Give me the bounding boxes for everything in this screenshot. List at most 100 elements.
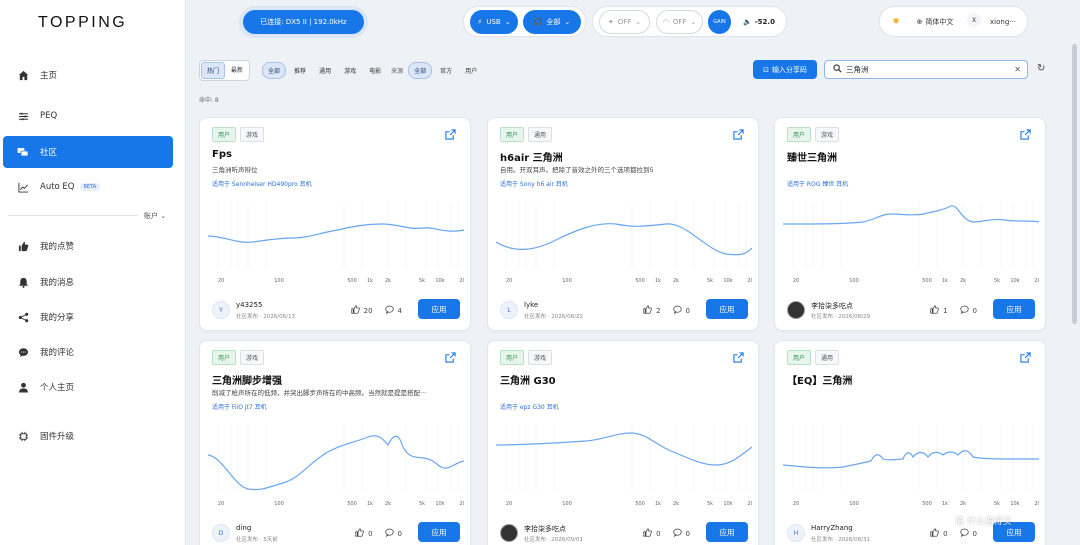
chevron-down-icon: ⌄ [564,18,571,26]
comment-count: 0 [972,306,977,315]
open-external-icon[interactable] [1020,129,1031,140]
toggle-a-select[interactable]: ✦ OFF ⌄ [599,10,650,34]
sidebar-item-my-messages[interactable]: 我的消息 [3,266,173,298]
chevron-down-icon: ⌄ [635,18,642,26]
card-stats: 20 4 [350,305,402,316]
comment-icon[interactable] [384,305,394,316]
bell-icon [17,276,29,288]
apply-button[interactable]: 应用 [706,522,748,542]
eq-curve-chart: 20 100 500 1k 2k 5k 10k 20k [496,425,752,507]
thumbs-up-icon[interactable] [355,528,364,539]
open-external-icon[interactable] [733,352,744,363]
avatar[interactable]: X [967,13,981,27]
category-recommended[interactable]: 推荐 [289,63,311,78]
author-name: 李拾柒多吃点 [811,302,853,310]
source-all[interactable]: 全部 [408,61,433,79]
thumbs-up-icon[interactable] [930,305,939,316]
eq-curve [496,223,752,256]
sidebar-item-home[interactable]: 主页 [3,59,173,91]
comment-icon[interactable] [959,528,969,539]
category-all[interactable]: 全部 [262,61,287,79]
share-icon [17,311,29,323]
beta-badge: BETA [79,183,101,191]
chevron-down-icon: ⌄ [690,18,697,26]
open-external-icon[interactable] [445,129,456,140]
comment-icon[interactable] [672,305,682,316]
headphone-mode-select[interactable]: 🎧 全部 ⌄ [523,10,581,34]
sidebar-item-my-comments[interactable]: 我的评论 [3,336,173,368]
apply-button[interactable]: 应用 [418,522,460,542]
preset-card[interactable]: 用户 通用 h6air 三角洲 自用。开双耳声。把除了音效之外的三个选项都拉到5 … [487,117,759,331]
preset-title: 【EQ】三角洲 [787,376,853,387]
axis-tick-label: 20k [1034,278,1039,284]
import-share-code-button[interactable]: ⊡ 输入分享码 [753,60,817,79]
eq-curve-chart: 20 100 500 1k 2k 5k 10k 20k [783,425,1039,507]
source-official[interactable]: 官方 [435,63,457,78]
clear-icon[interactable]: ✕ [1014,65,1021,74]
sort-hot[interactable]: 热门 [201,61,226,79]
preset-card[interactable]: 用户 游戏 三角洲 G30 适用于 epz G30 耳机 20 100 500 1k 2k… [487,340,759,545]
thumbs-up-icon[interactable] [643,305,652,316]
account-label: 账户 [144,212,158,220]
axis-tick-label: 20k [459,278,464,284]
apply-button[interactable]: 应用 [993,299,1035,319]
axis-tick-label: 1k [367,501,373,507]
axis-tick-label: 20k [747,278,752,284]
open-external-icon[interactable] [445,352,456,363]
thumbs-up-icon[interactable] [350,305,360,316]
volume-value: -52.0 [754,18,775,26]
output-select[interactable]: ⚡ USB ⌄ [470,10,518,34]
volume-icon: 🔈 [743,18,752,26]
thumbs-up-icon[interactable] [643,528,652,539]
sidebar: TOPPING 主页 PEQ 社区 Auto EQ BETA 账户 ⌄ 我的点赞… [0,0,186,545]
category-game[interactable]: 游戏 [339,63,361,78]
scrollbar[interactable] [1072,44,1077,324]
theme-toggle-sun-icon[interactable]: ✹ [889,10,903,34]
sidebar-item-firmware[interactable]: 固件升级 [3,420,173,452]
sort-latest[interactable]: 最新 [226,62,248,79]
avatar [787,301,805,319]
connection-status-button[interactable]: 已连接: DX5 II | 192.0kHz [243,10,364,34]
volume-readout[interactable]: 🔈 -52.0 [737,10,781,34]
source-user[interactable]: 用户 [460,63,482,78]
category-movie[interactable]: 电影 [364,63,386,78]
toggle-b-select[interactable]: ◠ OFF ⌄ [656,10,703,34]
eq-curve-chart: 20 100 500 1k 2k 5k 10k 20k [496,202,752,284]
preset-card[interactable]: 用户 游戏 臻世三角洲 适用于 ROG 臻世 耳机 20 100 500 1k 2k 5k 1… [774,117,1046,331]
open-external-icon[interactable] [733,129,744,140]
language-select[interactable]: ⊕ 简体中文 [909,10,961,34]
axis-tick-label: 5k [707,501,713,507]
axis-tick-label: 20 [793,501,799,507]
apply-button[interactable]: 应用 [418,299,460,319]
import-icon: ⊡ [763,65,769,74]
preset-card[interactable]: 用户 游戏 三角洲脚步增强 削减了枪声所在的低频，并突出脚步声所在的中高频。当然就… [199,340,471,545]
search-input[interactable]: 三角洲 ✕ [824,60,1028,79]
preset-card[interactable]: 用户 游戏 Fps 三角洲听声辩位 适用于 Sennheiser HD490pro… [199,117,471,331]
card-footer: 李拾柒多吃点 社区发布 · 2026/08/29 1 0 应用 [787,299,1035,321]
apply-button[interactable]: 应用 [706,299,748,319]
axis-tick-label: 20k [1034,501,1039,507]
sidebar-item-label: Auto EQ [40,182,75,192]
comment-icon[interactable] [959,305,969,316]
sidebar-item-my-likes[interactable]: 我的点赞 [3,230,173,262]
axis-tick-label: 20 [793,278,799,284]
sidebar-item-profile[interactable]: 个人主页 [3,371,173,403]
sidebar-item-community[interactable]: 社区 [3,136,173,168]
comment-icon[interactable] [672,528,682,539]
gain-button[interactable]: GAIN [708,10,731,34]
publish-meta: 社区发布 · 2026/09/01 [524,537,583,543]
home-icon [17,69,29,81]
search-icon [833,64,842,75]
account-section-toggle[interactable]: 账户 ⌄ [144,211,166,221]
sidebar-item-autoeq[interactable]: Auto EQ BETA [3,171,173,203]
thumbs-up-icon[interactable] [930,528,939,539]
refresh-icon[interactable]: ↻ [1037,63,1045,74]
sidebar-item-my-shares[interactable]: 我的分享 [3,301,173,333]
axis-tick-label: 20k [747,501,752,507]
sidebar-item-peq[interactable]: PEQ [3,100,173,132]
comment-icon[interactable] [384,528,394,539]
category-general[interactable]: 通用 [314,63,336,78]
open-external-icon[interactable] [1020,352,1031,363]
username[interactable]: xiong··· [985,10,1021,34]
publish-meta: 社区发布 · 2026/08/22 [524,314,583,320]
